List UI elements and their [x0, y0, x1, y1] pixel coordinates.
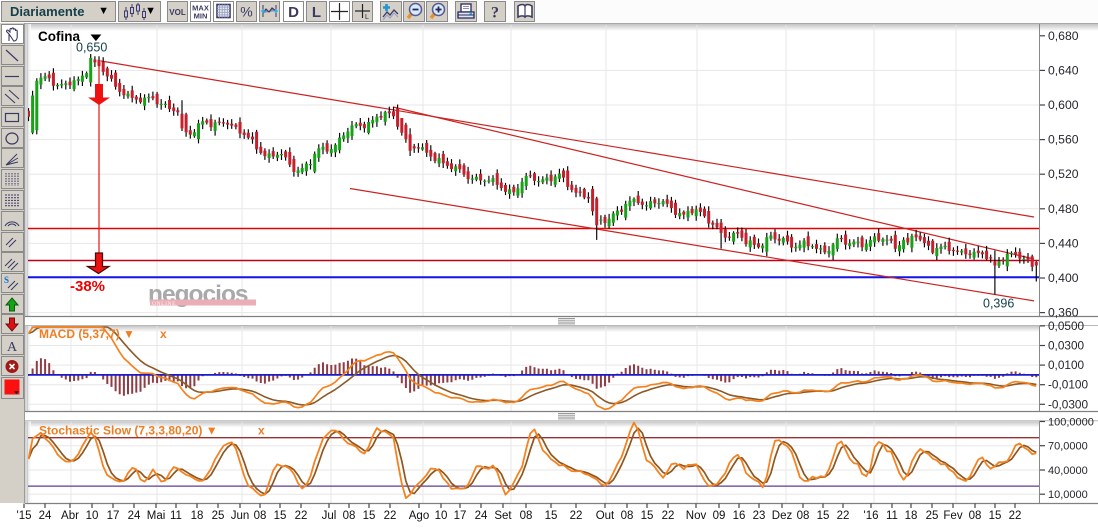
svg-text:22: 22	[662, 510, 675, 522]
svg-text:x: x	[160, 327, 167, 341]
svg-text:0,0500: 0,0500	[1048, 319, 1085, 333]
svg-text:70,0000: 70,0000	[1048, 441, 1088, 453]
svg-text:15: 15	[641, 510, 654, 522]
svg-text:A: A	[7, 340, 18, 354]
svg-text:08: 08	[621, 510, 634, 522]
svg-text:MIN: MIN	[194, 12, 208, 21]
svg-text:22: 22	[570, 510, 583, 522]
svg-text:Out: Out	[596, 510, 615, 522]
svg-text:0,0100: 0,0100	[1048, 358, 1085, 372]
svg-text:15: 15	[545, 510, 558, 522]
svg-text:24: 24	[39, 510, 52, 522]
svg-text:0,0300: 0,0300	[1048, 339, 1085, 353]
svg-text:08: 08	[797, 510, 810, 522]
svg-text:15: 15	[363, 510, 376, 522]
svg-text:0,560: 0,560	[1048, 133, 1079, 147]
svg-text:MACD (5,37,7) ▼: MACD (5,37,7) ▼	[39, 327, 135, 341]
svg-text:Abr: Abr	[61, 510, 79, 522]
svg-text:22: 22	[1009, 510, 1022, 522]
svg-text:Fev: Fev	[943, 510, 962, 522]
svg-text:100,0000: 100,0000	[1048, 417, 1094, 429]
svg-text:25: 25	[926, 510, 939, 522]
svg-text:0,400: 0,400	[1048, 271, 1079, 285]
svg-text:L: L	[312, 4, 321, 21]
svg-text:25: 25	[212, 510, 225, 522]
svg-text:D: D	[288, 4, 299, 21]
svg-text:Jul: Jul	[322, 510, 337, 522]
svg-text:10,0000: 10,0000	[1048, 489, 1088, 501]
svg-text:0,520: 0,520	[1048, 167, 1079, 181]
svg-text:'15: '15	[17, 510, 32, 522]
svg-text:0,440: 0,440	[1048, 236, 1079, 250]
svg-text:11: 11	[170, 510, 182, 522]
svg-text:08: 08	[343, 510, 356, 522]
svg-text:18: 18	[191, 510, 204, 522]
svg-text:08: 08	[520, 510, 533, 522]
svg-text:?: ?	[491, 5, 499, 22]
svg-text:15: 15	[274, 510, 287, 522]
svg-text:16: 16	[733, 510, 746, 522]
svg-text:Set: Set	[494, 510, 512, 522]
svg-text:x: x	[258, 424, 265, 438]
svg-text:22: 22	[384, 510, 397, 522]
svg-text:Dez: Dez	[772, 510, 793, 522]
svg-text:-0,0100: -0,0100	[1048, 378, 1088, 392]
svg-text:0,600: 0,600	[1048, 98, 1079, 112]
svg-text:VOL: VOL	[169, 8, 186, 17]
svg-text:'16: '16	[864, 510, 879, 522]
svg-text:22: 22	[295, 510, 308, 522]
svg-text:11: 11	[886, 510, 898, 522]
svg-text:Nov: Nov	[686, 510, 707, 522]
svg-text:-38%: -38%	[70, 278, 105, 295]
svg-text:08: 08	[254, 510, 267, 522]
svg-text:10: 10	[86, 510, 99, 522]
svg-text:L: L	[365, 14, 369, 21]
svg-text:0,640: 0,640	[1048, 63, 1079, 77]
svg-text:0,396: 0,396	[983, 297, 1014, 311]
svg-text:24: 24	[475, 510, 488, 522]
svg-text:24: 24	[128, 510, 141, 522]
svg-text:ONLINE: ONLINE	[152, 301, 176, 307]
svg-text:Ago: Ago	[409, 510, 429, 522]
svg-text:15: 15	[989, 510, 1002, 522]
svg-text:S: S	[4, 275, 9, 285]
svg-text:0,680: 0,680	[1048, 29, 1079, 43]
svg-text:10: 10	[435, 510, 448, 522]
svg-text:17: 17	[454, 510, 467, 522]
svg-text:17: 17	[107, 510, 120, 522]
svg-text:0,650: 0,650	[76, 41, 107, 55]
svg-text:0,360: 0,360	[1048, 306, 1079, 320]
svg-text:Jun: Jun	[231, 510, 250, 522]
svg-text:22: 22	[837, 510, 850, 522]
svg-text:Stochastic Slow (7,3,3,80,20): Stochastic Slow (7,3,3,80,20) ▼	[39, 424, 218, 438]
svg-text:18: 18	[905, 510, 918, 522]
svg-text:40,0000: 40,0000	[1048, 465, 1088, 477]
svg-text:08: 08	[969, 510, 982, 522]
svg-text:23: 23	[753, 510, 766, 522]
svg-text:15: 15	[817, 510, 830, 522]
svg-text:0,480: 0,480	[1048, 202, 1079, 216]
svg-text:09: 09	[713, 510, 726, 522]
svg-text:-0,0300: -0,0300	[1048, 397, 1088, 411]
svg-text:Cofina: Cofina	[38, 29, 80, 44]
svg-text:Mai: Mai	[147, 510, 166, 522]
svg-text:%: %	[240, 4, 252, 20]
